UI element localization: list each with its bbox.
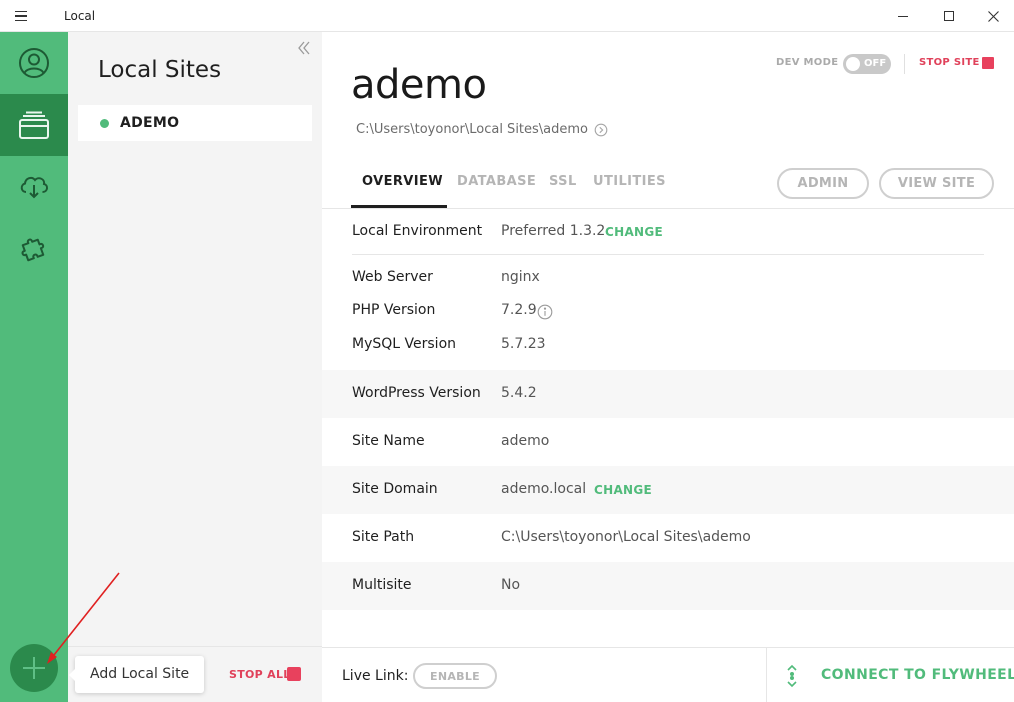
sites-stack-icon xyxy=(19,111,49,139)
site-path-label: Site Path xyxy=(352,529,415,545)
nav-rail xyxy=(0,32,68,702)
rail-item-sites[interactable] xyxy=(0,94,68,156)
rail-item-addons[interactable] xyxy=(0,218,68,280)
site-domain-row: Site Domain ademo.local CHANGE xyxy=(322,466,1014,514)
sites-panel: Local Sites ADEMO xyxy=(68,32,322,702)
stop-all-button[interactable]: STOP ALL xyxy=(229,668,291,681)
site-name-label: Site Name xyxy=(352,433,425,449)
hamburger-menu-icon[interactable] xyxy=(11,7,31,25)
site-path-value: C:\Users\toyonor\Local Sites\ademo xyxy=(501,529,751,545)
tab-ssl[interactable]: SSL xyxy=(549,174,577,189)
multisite-row: Multisite No xyxy=(322,562,1014,610)
stop-all-square-icon[interactable] xyxy=(287,667,301,681)
local-environment-value: Preferred 1.3.2 xyxy=(501,223,606,239)
admin-button[interactable]: ADMIN xyxy=(777,168,869,199)
sites-panel-title: Local Sites xyxy=(98,57,222,83)
flywheel-icon xyxy=(787,664,797,688)
dev-mode-state: OFF xyxy=(864,58,887,69)
view-site-button[interactable]: VIEW SITE xyxy=(879,168,994,199)
toggle-knob xyxy=(846,57,860,71)
header-divider xyxy=(904,54,905,74)
bottom-bar-divider xyxy=(766,648,767,702)
tab-database[interactable]: DATABASE xyxy=(457,174,536,189)
puzzle-icon xyxy=(21,238,45,262)
site-list-item-label: ADEMO xyxy=(120,115,180,131)
minimize-button[interactable] xyxy=(880,0,926,32)
site-domain-value: ademo.local xyxy=(501,481,587,497)
site-name-value: ademo xyxy=(501,433,550,449)
dev-mode-toggle[interactable]: OFF xyxy=(843,54,891,74)
user-icon xyxy=(19,48,49,78)
app-title: Local xyxy=(64,9,96,23)
site-path-row: Site Path C:\Users\toyonor\Local Sites\a… xyxy=(322,514,1014,562)
plus-icon xyxy=(23,657,45,679)
php-info-icon[interactable] xyxy=(537,304,553,320)
cloud-sync-icon xyxy=(20,176,48,199)
wordpress-version-label: WordPress Version xyxy=(352,385,481,401)
site-list-item[interactable]: ADEMO xyxy=(78,105,312,141)
web-server-label: Web Server xyxy=(352,269,433,285)
live-link-label: Live Link: xyxy=(342,668,409,684)
multisite-value: No xyxy=(501,577,521,593)
live-link-enable-button[interactable]: ENABLE xyxy=(413,663,497,689)
add-local-site-button[interactable] xyxy=(10,644,58,692)
site-path-link[interactable]: C:\Users\toyonor\Local Sites\ademo xyxy=(356,122,588,137)
change-domain-link[interactable]: CHANGE xyxy=(594,483,652,497)
site-domain-label: Site Domain xyxy=(352,481,438,497)
minimize-icon xyxy=(898,15,908,17)
close-button[interactable] xyxy=(970,0,1014,32)
local-environment-label: Local Environment xyxy=(352,223,483,239)
change-environment-link[interactable]: CHANGE xyxy=(605,225,663,239)
multisite-label: Multisite xyxy=(352,577,412,593)
site-running-status-dot xyxy=(100,119,109,128)
mysql-version-label: MySQL Version xyxy=(352,336,457,352)
web-server-value: nginx xyxy=(501,269,540,285)
maximize-button[interactable] xyxy=(926,0,972,32)
dev-mode-label: DEV MODE xyxy=(776,57,839,68)
php-version-value: 7.2.9 xyxy=(501,302,537,318)
mysql-version-value: 5.7.23 xyxy=(501,336,546,352)
local-environment-row: Local Environment Preferred 1.3.2 CHANGE xyxy=(322,209,1014,254)
wordpress-version-value: 5.4.2 xyxy=(501,385,537,401)
rail-item-account[interactable] xyxy=(0,32,68,94)
php-version-label: PHP Version xyxy=(352,302,436,318)
rail-item-connect[interactable] xyxy=(0,156,68,218)
tab-utilities[interactable]: UTILITIES xyxy=(593,174,666,189)
site-detail-pane: ademo C:\Users\toyonor\Local Sites\ademo… xyxy=(322,32,1014,702)
title-bar: Local xyxy=(0,0,1014,32)
bottom-bar: Live Link: ENABLE CONNECT TO FLYWHEEL xyxy=(322,647,1014,702)
stop-site-button[interactable]: STOP SITE xyxy=(919,57,980,68)
add-local-site-tooltip: Add Local Site xyxy=(68,656,205,693)
collapse-chevrons-icon[interactable] xyxy=(296,40,312,56)
sites-panel-footer-divider xyxy=(68,646,322,647)
server-stack-group: Web Server nginx PHP Version 7.2.9 MySQL… xyxy=(322,255,1014,370)
stop-site-square-icon[interactable] xyxy=(982,57,994,69)
tab-overview[interactable]: OVERVIEW xyxy=(362,174,443,189)
connect-to-flywheel-button[interactable]: CONNECT TO FLYWHEEL xyxy=(821,667,1014,683)
site-title: ademo xyxy=(351,62,487,108)
site-name-row: Site Name ademo xyxy=(322,418,1014,466)
reveal-folder-arrow-icon[interactable] xyxy=(594,123,608,137)
close-icon xyxy=(987,10,999,22)
maximize-icon xyxy=(944,11,954,21)
wordpress-version-row: WordPress Version 5.4.2 xyxy=(322,370,1014,418)
